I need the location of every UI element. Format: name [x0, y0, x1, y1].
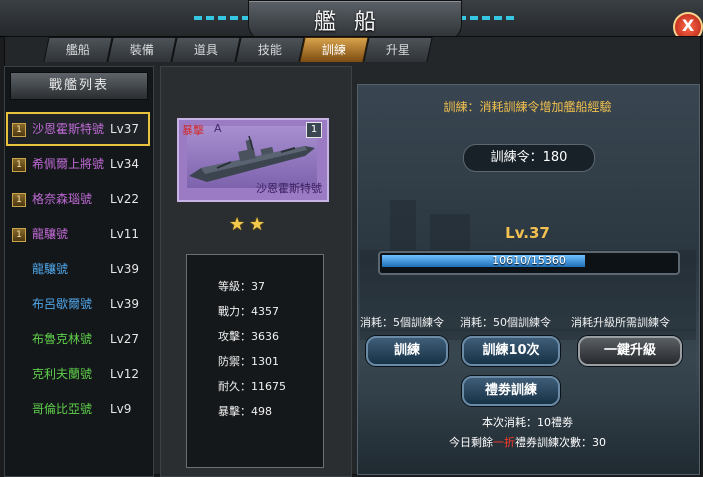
coupon-cost-text: 本次消耗：10禮劵 — [482, 416, 573, 429]
ship-list-header: 戰艦列表 — [10, 72, 148, 100]
ship-level: Lv22 — [110, 192, 140, 206]
stat-defense: 防禦：1301 — [218, 355, 279, 368]
ship-rank-badge: 1 — [12, 228, 26, 242]
ship-level: Lv11 — [110, 227, 140, 241]
card-ship-name: 沙恩霍斯特號 — [256, 182, 322, 195]
ship-name: 克利夫蘭號 — [32, 367, 93, 381]
remaining-coupon-trainings: 今日剩餘一折禮券訓練次數：30 — [449, 436, 606, 449]
star-icon: ★ — [229, 214, 246, 235]
ship-list-item[interactable]: 布魯克林號 Lv27 — [6, 322, 150, 356]
ship-name: 布呂歇爾號 — [32, 297, 93, 311]
ship-level: Lv.37 — [505, 224, 550, 242]
ship-name: 格奈森瑙號 — [32, 192, 93, 206]
ship-level: Lv9 — [110, 402, 132, 416]
star-icon: ★ — [249, 214, 266, 235]
ship-list-item[interactable]: 哥倫比亞號 Lv9 — [6, 392, 150, 426]
ship-rank-badge: 1 — [12, 123, 26, 137]
cost-train10: 消耗：50個訓練令 — [460, 316, 551, 329]
ship-level: Lv34 — [110, 157, 140, 171]
card-type-label: 暴擊 — [182, 124, 204, 137]
exp-progress-text: 10610/15360 — [492, 254, 566, 267]
tab-equipment[interactable]: 裝備 — [107, 37, 177, 62]
ship-list-item[interactable]: 克利夫蘭號 Lv12 — [6, 357, 150, 391]
cost-oneclick: 消耗升級所需訓練令 — [571, 316, 670, 329]
stat-critical: 暴擊：498 — [218, 405, 272, 418]
stat-durability: 耐久：11675 — [218, 380, 286, 393]
ship-list-item[interactable]: 1 希佩爾上將號 Lv34 — [6, 147, 150, 181]
ship-name: 沙恩霍斯特號 — [32, 122, 105, 136]
ship-name: 布魯克林號 — [32, 332, 93, 346]
ship-list-item[interactable]: 1 龍驤號 Lv11 — [6, 217, 150, 251]
ship-rank-badge: 1 — [12, 193, 26, 207]
tab-star-up[interactable]: 升星 — [363, 37, 433, 62]
train-10-button[interactable]: 訓練10次 — [462, 336, 560, 366]
tab-items[interactable]: 道具 — [171, 37, 241, 62]
window-title: 艦船 — [313, 10, 394, 35]
training-token-count: 訓練令：180 — [463, 144, 595, 172]
ship-name: 哥倫比亞號 — [32, 402, 93, 416]
one-click-upgrade-button[interactable]: 一鍵升級 — [578, 336, 682, 366]
ship-list-item[interactable]: 布呂歇爾號 Lv39 — [6, 287, 150, 321]
ship-name: 希佩爾上將號 — [32, 157, 105, 171]
stat-level: 等級：37 — [218, 280, 265, 293]
tab-skills[interactable]: 技能 — [235, 37, 305, 62]
ship-level: Lv27 — [110, 332, 140, 346]
cost-train: 消耗：5個訓練令 — [360, 316, 444, 329]
stat-power: 戰力：4357 — [218, 305, 279, 318]
title-glow-left — [194, 16, 250, 20]
tab-training[interactable]: 訓練 — [299, 37, 369, 62]
tab-ship[interactable]: 艦船 — [43, 37, 113, 62]
train-button[interactable]: 訓練 — [366, 336, 448, 366]
ship-list-item[interactable]: 龍驤號 Lv39 — [6, 252, 150, 286]
ship-level: Lv12 — [110, 367, 140, 381]
ship-list-item[interactable]: 1 格奈森瑙號 Lv22 — [6, 182, 150, 216]
ship-rank-badge: 1 — [12, 158, 26, 172]
title-glow-right — [458, 16, 514, 20]
ship-name: 龍驤號 — [32, 227, 69, 241]
training-description: 訓練：消耗訓練令增加艦船經驗 — [443, 100, 612, 114]
ship-name: 龍驤號 — [32, 262, 69, 276]
gift-coupon-train-button[interactable]: 禮劵訓練 — [462, 376, 560, 406]
ship-level: Lv37 — [110, 122, 140, 136]
card-grade-label: A — [214, 122, 222, 135]
stat-attack: 攻擊：3636 — [218, 330, 279, 343]
battleship-image — [187, 126, 317, 188]
ship-level: Lv39 — [110, 262, 140, 276]
card-level-badge: 1 — [306, 122, 322, 138]
ship-level: Lv39 — [110, 297, 140, 311]
ship-list-item[interactable]: 1 沙恩霍斯特號 Lv37 — [6, 112, 150, 146]
